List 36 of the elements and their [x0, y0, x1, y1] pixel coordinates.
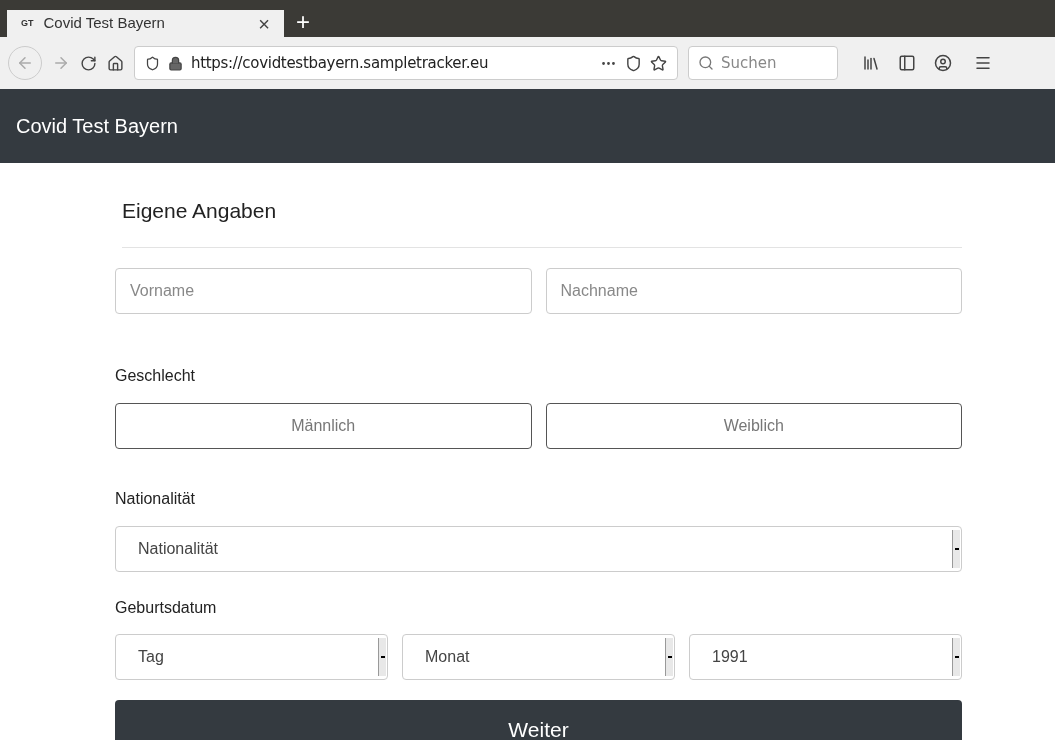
- new-tab-button[interactable]: +: [296, 10, 310, 37]
- url-bar[interactable]: https://covidtestbayern.sampletracker.eu: [134, 46, 678, 80]
- shield-icon: [145, 55, 160, 71]
- menu-icon[interactable]: [974, 54, 992, 72]
- search-field[interactable]: Suchen: [688, 46, 838, 80]
- sidebar-icon[interactable]: [898, 54, 916, 72]
- date-select[interactable]: Monat: [402, 633, 675, 680]
- nationality-select[interactable]: Nationalität: [115, 525, 962, 572]
- gender-option-button[interactable]: Weiblich: [545, 402, 962, 449]
- gender-option-button[interactable]: Männlich: [115, 402, 532, 449]
- dropdown-handle-icon: [952, 637, 960, 676]
- library-icon[interactable]: [862, 54, 880, 72]
- field-label: Nationalität: [115, 488, 197, 509]
- field-label: Geburtsdatum: [115, 597, 218, 618]
- form-heading: Eigene Angaben: [122, 195, 962, 248]
- brand-title[interactable]: Covid Test Bayern: [16, 111, 178, 141]
- field-label: Geschlecht: [115, 365, 197, 386]
- close-tab-button[interactable]: ×: [258, 8, 270, 39]
- text-field[interactable]: Nachname: [545, 267, 962, 314]
- date-select[interactable]: 1991: [689, 633, 962, 680]
- reload-button[interactable]: [80, 54, 97, 72]
- dropdown-handle-icon: [378, 637, 386, 676]
- favicon: GT: [21, 16, 34, 30]
- text-field[interactable]: Vorname: [115, 267, 532, 314]
- dropdown-handle-icon: [952, 529, 960, 568]
- pocket-icon[interactable]: [625, 54, 642, 72]
- date-select[interactable]: Tag: [115, 633, 388, 680]
- url-text: https://covidtestbayern.sampletracker.eu: [191, 52, 490, 74]
- home-button[interactable]: [107, 54, 124, 72]
- account-icon[interactable]: [934, 54, 952, 72]
- star-icon[interactable]: [650, 54, 667, 72]
- lock-icon: [168, 55, 183, 71]
- dropdown-handle-icon: [665, 637, 673, 676]
- next-button[interactable]: Weiter: [115, 699, 962, 740]
- search-icon: [698, 55, 714, 71]
- tab-title[interactable]: Covid Test Bayern: [43, 12, 259, 35]
